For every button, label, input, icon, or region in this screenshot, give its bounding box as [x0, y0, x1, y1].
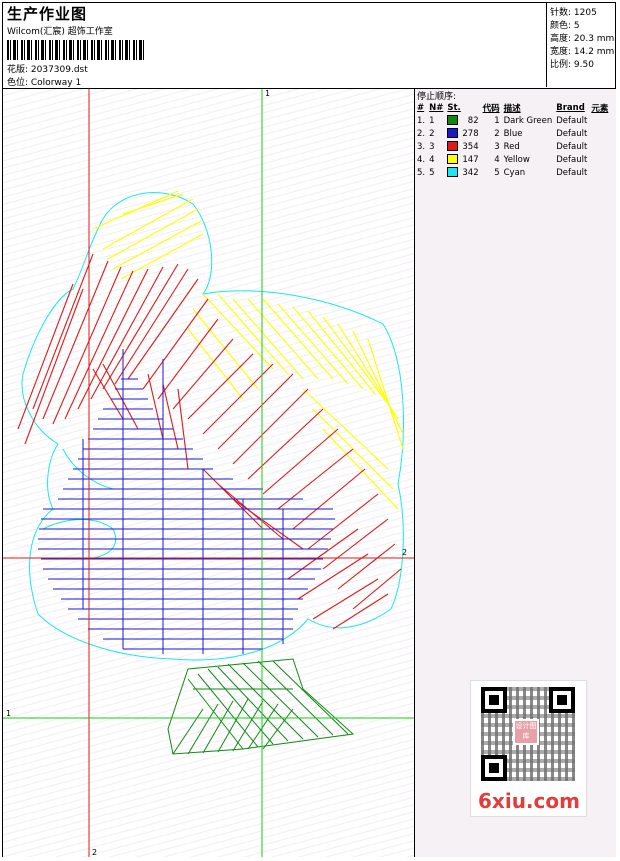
row-swatch — [445, 166, 460, 179]
table-row: 5. 5 342 5 Cyan Default — [415, 166, 610, 179]
row-description: Dark Green — [503, 115, 553, 126]
row-element — [589, 153, 610, 166]
row-stitches: 342 — [462, 167, 479, 178]
guide-label-h1: 1 — [6, 709, 12, 718]
row-stitches: 278 — [462, 128, 479, 139]
green-fill — [167, 658, 355, 755]
col-code: 代码 — [482, 103, 500, 114]
row-description: Blue — [503, 128, 523, 139]
col-needle: N# — [429, 102, 444, 113]
row-brand: Default — [556, 141, 588, 152]
blue-fill — [38, 349, 335, 654]
col-brand: Brand — [556, 102, 585, 113]
row-index: 1. — [417, 115, 426, 126]
color-swatch — [447, 128, 459, 139]
row-swatch — [445, 140, 460, 153]
row-code: 1 — [494, 115, 500, 126]
company-name: Wilcom(汇宸) 超饰工作室 — [7, 27, 113, 37]
qr-finder-icon — [549, 687, 575, 713]
row-code: 3 — [494, 141, 500, 152]
col-element: 元素 — [591, 103, 609, 114]
row-needle: 1 — [429, 115, 435, 126]
row-index: 5. — [417, 167, 426, 178]
row-needle: 3 — [429, 141, 435, 152]
row-needle: 5 — [429, 167, 435, 178]
row-stitches: 354 — [462, 141, 479, 152]
color-swatch — [447, 154, 459, 165]
barcode — [7, 40, 147, 60]
table-row: 2. 2 278 2 Blue Default — [415, 127, 610, 140]
row-needle: 4 — [429, 154, 435, 165]
row-code: 4 — [494, 154, 500, 165]
row-element — [589, 166, 610, 179]
row-brand: Default — [556, 128, 588, 139]
table-row: 4. 4 147 4 Yellow Default — [415, 153, 610, 166]
row-element — [589, 114, 610, 127]
red-satin — [17, 253, 402, 630]
col-index: # — [417, 102, 425, 113]
qr-finder-icon — [481, 755, 507, 781]
row-brand: Default — [556, 154, 588, 165]
yellow-fill — [92, 190, 404, 510]
qr-center-logo: 设计图库 — [513, 719, 539, 745]
watermark-site: 6xiu.com — [478, 789, 580, 813]
stop-sequence-table: # N# St. 代码 描述 Brand 元素 1. 1 82 1 Dark Green… — [415, 101, 610, 179]
design-file: 花版: 2037309.dst — [7, 65, 88, 75]
row-code: 2 — [494, 128, 500, 139]
row-element — [589, 140, 610, 153]
row-code: 5 — [494, 167, 500, 178]
row-description: Cyan — [503, 167, 526, 178]
row-description: Red — [503, 141, 520, 152]
qr-finder-icon — [481, 687, 507, 713]
design-scale: 比例: 9.50 — [550, 60, 594, 70]
design-height: 高度: 20.3 mm — [550, 34, 615, 44]
color-swatch — [447, 115, 459, 126]
qr-watermark: 设计图库 6xiu.com — [470, 680, 587, 817]
guide-label-v1: 1 — [265, 89, 271, 98]
header-info: 生产作业图 Wilcom(汇宸) 超饰工作室 花版: 2037309.dst 色… — [5, 3, 545, 88]
stitch-count: 针数: 1205 — [550, 8, 597, 18]
row-description: Yellow — [503, 154, 530, 165]
row-stitches: 82 — [467, 115, 479, 126]
row-swatch — [445, 114, 460, 127]
row-brand: Default — [556, 115, 588, 126]
row-element — [589, 127, 610, 140]
table-header-row: # N# St. 代码 描述 Brand 元素 — [415, 101, 610, 114]
col-stitches: St. — [447, 102, 461, 113]
row-stitches: 147 — [462, 154, 479, 165]
color-swatch — [447, 141, 459, 152]
row-brand: Default — [556, 167, 588, 178]
table-row: 3. 3 354 3 Red Default — [415, 140, 610, 153]
row-needle: 2 — [429, 128, 435, 139]
row-swatch — [445, 127, 460, 140]
guide-label-v2: 2 — [92, 848, 98, 857]
row-swatch — [445, 153, 460, 166]
row-index: 2. — [417, 128, 426, 139]
cyan-outline — [21, 192, 404, 661]
col-description: 描述 — [503, 103, 521, 114]
stats-box: 针数: 1205 颜色: 5 高度: 20.3 mm 宽度: 14.2 mm 比… — [546, 3, 617, 87]
guide-label-h2: 2 — [402, 548, 408, 557]
row-index: 3. — [417, 141, 426, 152]
color-count: 颜色: 5 — [550, 21, 580, 31]
table-row: 1. 1 82 1 Dark Green Default — [415, 114, 610, 127]
embroidery-artwork — [3, 89, 414, 857]
colorway: 色位: Colorway 1 — [7, 78, 82, 88]
color-swatch — [447, 167, 459, 178]
row-index: 4. — [417, 154, 426, 165]
page-title: 生产作业图 — [7, 5, 88, 23]
design-width: 宽度: 14.2 mm — [550, 47, 615, 57]
